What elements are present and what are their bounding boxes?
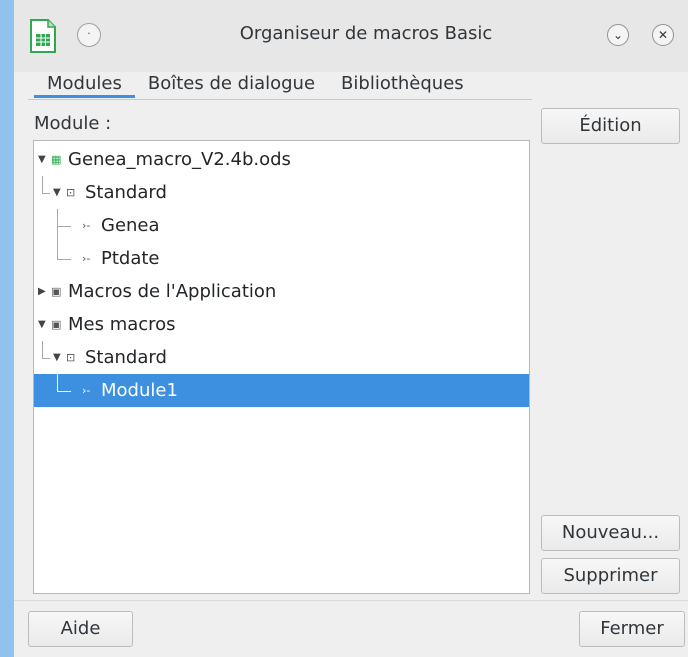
close-window-button[interactable]: ✕ — [652, 24, 674, 46]
library-icon: ⊡ — [66, 351, 76, 364]
tree-item-label: Mes macros — [68, 314, 176, 335]
tree-item-label: Genea_macro_V2.4b.ods — [68, 149, 291, 170]
tree-row-library[interactable]: ▼ ⊡ Standard — [34, 341, 529, 374]
expanded-arrow-icon[interactable]: ▼ — [38, 143, 46, 176]
minimize-button[interactable]: ⌄ — [607, 24, 629, 46]
library-icon: ⊡ — [66, 186, 76, 199]
module-tree[interactable]: ▼ ▦ Genea_macro_V2.4b.ods ▼ ⊡ Standard ›… — [33, 140, 530, 594]
tree-item-label: Ptdate — [101, 248, 160, 269]
tree-item-label: Macros de l'Application — [68, 281, 277, 302]
help-button[interactable]: Aide — [28, 611, 133, 647]
tree-item-label: Genea — [101, 215, 160, 236]
macro-organizer-dialog: · Organiseur de macros Basic ⌄ ✕ Modules… — [14, 0, 688, 657]
collapsed-arrow-icon[interactable]: ▶ — [38, 275, 46, 308]
edit-button[interactable]: Édition — [541, 108, 680, 144]
user-macros-icon: ▣ — [51, 318, 62, 331]
tree-row-my-macros[interactable]: ▼ ▣ Mes macros — [34, 308, 529, 341]
tree-row-module[interactable]: ›- Ptdate — [34, 242, 529, 275]
expanded-arrow-icon[interactable]: ▼ — [38, 308, 46, 341]
tree-item-label: Standard — [85, 182, 167, 203]
close-button[interactable]: Fermer — [579, 611, 685, 647]
tree-row-module-selected[interactable]: ›- Module1 — [34, 374, 529, 407]
title-bar[interactable]: · Organiseur de macros Basic ⌄ ✕ — [14, 0, 688, 72]
module-icon: ›- — [82, 384, 91, 397]
window-title: Organiseur de macros Basic — [239, 23, 493, 44]
tree-row-document[interactable]: ▼ ▦ Genea_macro_V2.4b.ods — [34, 143, 529, 176]
new-button[interactable]: Nouveau... — [541, 515, 680, 551]
module-icon: ›- — [82, 252, 91, 265]
tab-dialogs[interactable]: Boîtes de dialogue — [135, 72, 328, 98]
footer-divider — [14, 600, 688, 601]
tree-item-label: Module1 — [101, 380, 178, 401]
module-icon: ›- — [82, 219, 91, 232]
tree-item-label: Standard — [85, 347, 167, 368]
spreadsheet-icon: ▦ — [51, 153, 62, 166]
tree-row-application-macros[interactable]: ▶ ▣ Macros de l'Application — [34, 275, 529, 308]
tab-bar: Modules Boîtes de dialogue Bibliothèques — [34, 72, 477, 100]
expanded-arrow-icon[interactable]: ▼ — [53, 176, 61, 209]
expanded-arrow-icon[interactable]: ▼ — [53, 341, 61, 374]
module-label: Module : — [34, 113, 112, 134]
delete-button[interactable]: Supprimer — [541, 558, 680, 594]
tab-modules[interactable]: Modules — [34, 72, 135, 98]
tree-row-library[interactable]: ▼ ⊡ Standard — [34, 176, 529, 209]
tree-row-module[interactable]: ›- Genea — [34, 209, 529, 242]
tab-libraries[interactable]: Bibliothèques — [328, 72, 477, 98]
application-icon: ▣ — [51, 285, 62, 298]
tab-divider — [28, 99, 532, 100]
